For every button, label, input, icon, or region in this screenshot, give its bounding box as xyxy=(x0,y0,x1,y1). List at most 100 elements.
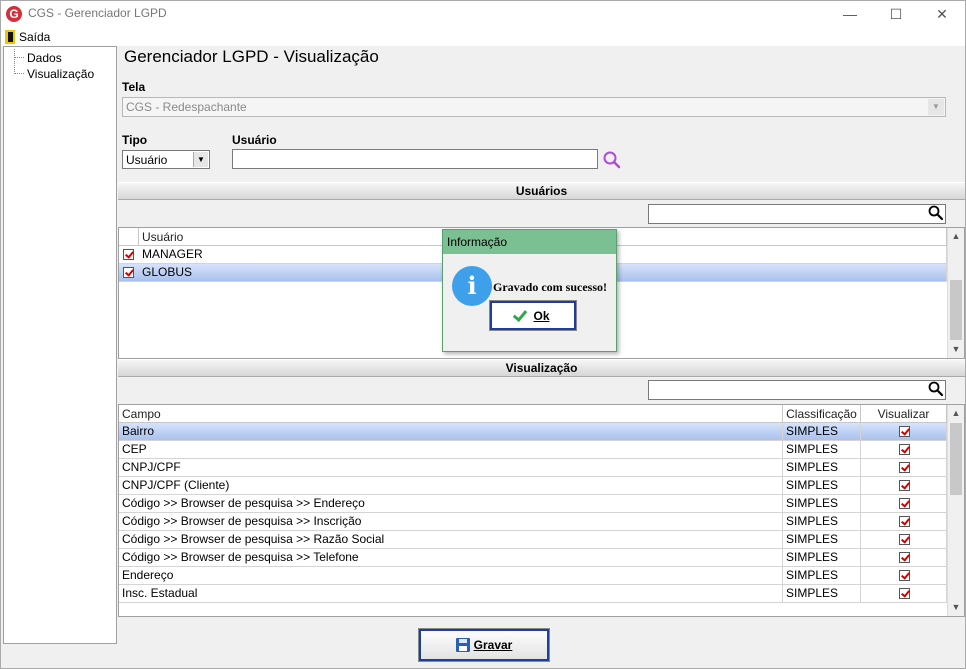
visualizar-checkbox[interactable] xyxy=(899,462,910,473)
users-section-header: Usuários xyxy=(118,182,965,200)
classificacao-cell: SIMPLES xyxy=(783,531,861,548)
classificacao-cell: SIMPLES xyxy=(783,585,861,602)
app-window: G CGS - Gerenciador LGPD — ☐ ✕ Saída Dad… xyxy=(0,0,966,669)
tipo-select[interactable]: Usuário ▼ xyxy=(122,150,210,169)
classificacao-cell: SIMPLES xyxy=(783,495,861,512)
visualizacao-scrollbar[interactable]: ▲ ▼ xyxy=(947,405,964,616)
visualizacao-grid-header: Campo Classificação Visualizar xyxy=(119,405,947,423)
chevron-down-icon[interactable]: ▼ xyxy=(193,152,208,167)
visualizar-cell xyxy=(861,495,947,512)
campo-cell: Código >> Browser de pesquisa >> Endereç… xyxy=(119,495,783,512)
tree-item-label: Dados xyxy=(27,50,62,65)
visualizacao-search-icon[interactable] xyxy=(927,380,947,400)
scroll-up-icon[interactable]: ▲ xyxy=(948,405,964,422)
row-checkbox[interactable] xyxy=(123,249,134,260)
visualizacao-search-input[interactable] xyxy=(648,380,946,400)
tipo-label: Tipo xyxy=(122,133,148,147)
table-row[interactable]: Código >> Browser de pesquisa >> Inscriç… xyxy=(119,513,947,531)
scroll-down-icon[interactable]: ▼ xyxy=(948,341,964,358)
row-checkbox[interactable] xyxy=(123,267,134,278)
visualizar-checkbox[interactable] xyxy=(899,588,910,599)
table-row[interactable]: Bairro SIMPLES xyxy=(119,423,947,441)
campo-cell: Código >> Browser de pesquisa >> Telefon… xyxy=(119,549,783,566)
classificacao-cell: SIMPLES xyxy=(783,441,861,458)
visualizacao-grid: Campo Classificação Visualizar Bairro SIM… xyxy=(118,404,965,617)
page-title: Gerenciador LGPD - Visualização xyxy=(124,47,379,66)
check-icon xyxy=(513,306,528,322)
tela-label: Tela xyxy=(122,80,146,94)
visualizar-checkbox[interactable] xyxy=(899,480,910,491)
table-row[interactable]: CNPJ/CPF SIMPLES xyxy=(119,459,947,477)
minimize-button[interactable]: — xyxy=(827,1,873,27)
floppy-disk-icon xyxy=(455,638,470,652)
table-row[interactable]: CEP SIMPLES xyxy=(119,441,947,459)
save-button-label: Gravar xyxy=(473,638,513,652)
campo-cell: CNPJ/CPF xyxy=(119,459,783,476)
tree-item-dados[interactable]: Dados xyxy=(14,50,62,65)
app-logo-icon: G xyxy=(6,6,22,22)
usuario-input[interactable] xyxy=(232,149,598,169)
visualizar-cell xyxy=(861,549,947,566)
table-row[interactable]: Código >> Browser de pesquisa >> Endereç… xyxy=(119,495,947,513)
tree-item-label: Visualização xyxy=(27,66,95,81)
scroll-up-icon[interactable]: ▲ xyxy=(948,228,964,245)
navigation-tree: Dados Visualização xyxy=(3,46,117,644)
classificacao-cell: SIMPLES xyxy=(783,423,861,440)
scroll-thumb[interactable] xyxy=(950,423,962,495)
campo-cell: CNPJ/CPF (Cliente) xyxy=(119,477,783,494)
visualizar-checkbox[interactable] xyxy=(899,498,910,509)
visualizar-checkbox[interactable] xyxy=(899,570,910,581)
table-row[interactable]: Código >> Browser de pesquisa >> Razão S… xyxy=(119,531,947,549)
campo-cell: Bairro xyxy=(119,423,783,440)
table-row[interactable]: CNPJ/CPF (Cliente) SIMPLES xyxy=(119,477,947,495)
column-header-campo[interactable]: Campo xyxy=(119,405,783,423)
campo-cell: Código >> Browser de pesquisa >> Inscriç… xyxy=(119,513,783,530)
dialog-message: Gravado com sucesso! xyxy=(493,280,607,294)
visualizar-checkbox[interactable] xyxy=(899,516,910,527)
info-dialog: Informação i Gravado com sucesso! Ok xyxy=(442,229,617,352)
campo-cell: CEP xyxy=(119,441,783,458)
classificacao-cell: SIMPLES xyxy=(783,549,861,566)
visualizar-cell xyxy=(861,567,947,584)
visualizar-cell xyxy=(861,531,947,548)
save-button[interactable]: Gravar xyxy=(418,628,550,662)
exit-door-icon xyxy=(5,29,15,44)
visualizar-cell xyxy=(861,441,947,458)
users-scrollbar[interactable]: ▲ ▼ xyxy=(947,228,964,358)
close-button[interactable]: ✕ xyxy=(919,1,965,27)
tree-item-visualizacao[interactable]: Visualização xyxy=(14,66,94,81)
classificacao-cell: SIMPLES xyxy=(783,513,861,530)
column-header-visualizar[interactable]: Visualizar xyxy=(861,405,947,423)
scroll-thumb[interactable] xyxy=(950,280,962,340)
title-bar: G CGS - Gerenciador LGPD — ☐ ✕ xyxy=(1,1,965,27)
ok-button-label: Ok xyxy=(533,308,550,323)
classificacao-cell: SIMPLES xyxy=(783,477,861,494)
tela-combobox: CGS - Redespachante ▼ xyxy=(122,97,946,117)
visualizar-checkbox[interactable] xyxy=(899,534,910,545)
chevron-down-icon: ▼ xyxy=(928,99,944,115)
menu-exit[interactable]: Saída xyxy=(5,28,50,45)
maximize-button[interactable]: ☐ xyxy=(873,1,919,27)
usuario-search-icon[interactable] xyxy=(602,150,622,170)
campo-cell: Código >> Browser de pesquisa >> Razão S… xyxy=(119,531,783,548)
ok-button[interactable]: Ok xyxy=(489,300,577,331)
visualizar-cell xyxy=(861,585,947,602)
usuario-label: Usuário xyxy=(232,133,277,147)
visualizacao-section-header: Visualização xyxy=(118,359,965,377)
visualizar-checkbox[interactable] xyxy=(899,552,910,563)
menu-bar: Saída xyxy=(1,27,965,46)
classificacao-cell: SIMPLES xyxy=(783,459,861,476)
table-row[interactable]: Endereço SIMPLES xyxy=(119,567,947,585)
table-row[interactable]: Insc. Estadual SIMPLES xyxy=(119,585,947,603)
menu-exit-label: Saída xyxy=(19,29,51,44)
visualizar-cell xyxy=(861,513,947,530)
campo-cell: Insc. Estadual xyxy=(119,585,783,602)
users-search-input[interactable] xyxy=(648,204,946,224)
scroll-down-icon[interactable]: ▼ xyxy=(948,599,964,616)
visualizar-checkbox[interactable] xyxy=(899,426,910,437)
visualizar-checkbox[interactable] xyxy=(899,444,910,455)
column-header-classificacao[interactable]: Classificação xyxy=(783,405,861,423)
info-icon: i xyxy=(452,266,492,306)
table-row[interactable]: Código >> Browser de pesquisa >> Telefon… xyxy=(119,549,947,567)
users-search-icon[interactable] xyxy=(927,204,947,224)
